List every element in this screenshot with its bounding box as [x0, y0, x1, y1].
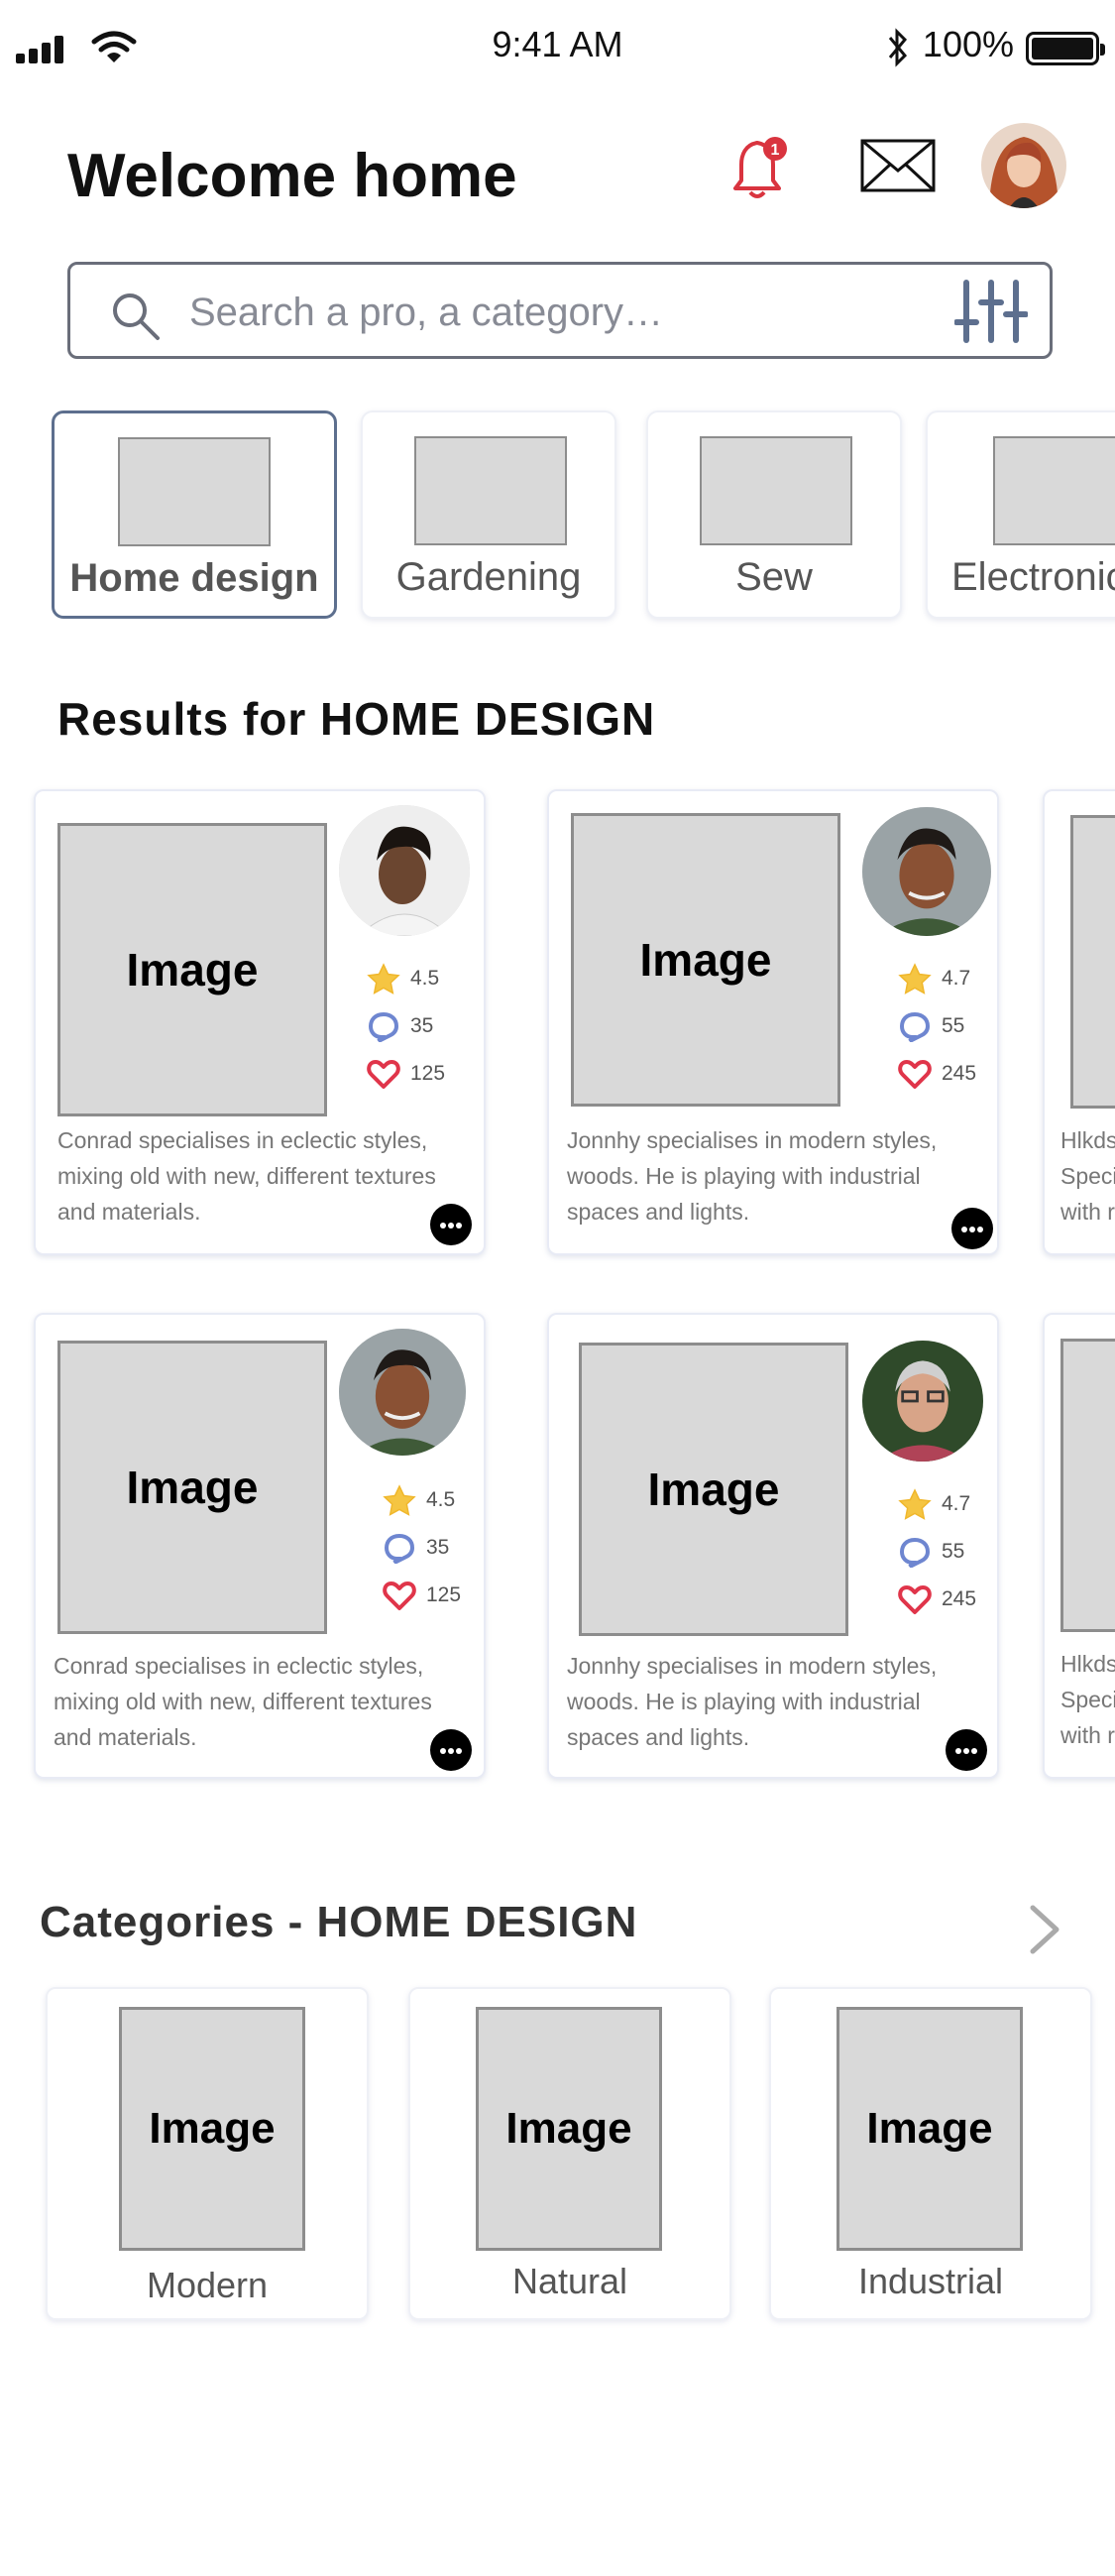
pro-description: Conrad specialises in eclectic styles, m…: [57, 1127, 436, 1225]
rating-stat: 4.5: [367, 962, 439, 995]
pro-avatar: [339, 805, 470, 936]
pro-description-peek: Hlkds Speci with r: [1060, 1651, 1115, 1748]
pro-image-placeholder: [1070, 815, 1115, 1109]
results-heading: Results for HOME DESIGN: [57, 693, 656, 745]
category-chip-sew[interactable]: Sew: [646, 410, 902, 619]
pro-description: Conrad specialises in eclectic styles, m…: [54, 1653, 432, 1750]
category-label: Sew: [735, 555, 813, 599]
comment-icon: [899, 1537, 931, 1568]
rating-value: 4.5: [410, 967, 440, 990]
comments-stat: 55: [898, 1009, 964, 1043]
pro-image-placeholder: [1060, 1339, 1115, 1632]
chevron-right-icon[interactable]: [1027, 1904, 1062, 1955]
pro-image-placeholder: Image: [57, 823, 327, 1116]
likes-stat: 125: [367, 1057, 445, 1091]
category-tile-label: Modern: [146, 2265, 269, 2305]
star-icon: [898, 1488, 932, 1520]
pro-card-peek[interactable]: Hlkds Speci with r: [1043, 789, 1115, 1255]
category-tile-modern[interactable]: Image Modern: [46, 1987, 369, 2320]
comments-stat: 55: [898, 1535, 964, 1569]
categories-heading: Categories - HOME DESIGN: [40, 1898, 638, 1946]
category-tile-label: Industrial: [857, 2261, 1004, 2301]
heart-icon: [383, 1581, 416, 1610]
likes-value: 245: [942, 1587, 977, 1610]
category-label: Home design: [69, 556, 319, 600]
battery-icon: [1026, 32, 1105, 65]
filter-sliders-icon[interactable]: [954, 279, 1028, 344]
user-avatar[interactable]: [981, 123, 1066, 208]
category-label: Gardening: [395, 555, 582, 599]
rating-stat: 4.7: [898, 962, 970, 995]
pro-card[interactable]: Image 4.5 35 125 Conrad specialises in e…: [34, 789, 486, 1255]
pro-image-placeholder: Image: [579, 1343, 848, 1636]
star-icon: [898, 963, 932, 995]
category-chip-home-design[interactable]: Home design: [52, 410, 337, 619]
pro-image-placeholder: Image: [57, 1341, 327, 1634]
pro-card[interactable]: Image 4.7 55 245 Jonnhy specialises in m…: [547, 1313, 999, 1779]
pro-description-peek: Hlkds Speci with r: [1060, 1127, 1115, 1225]
category-image-placeholder: Image: [836, 2007, 1023, 2251]
pro-description: Jonnhy specialises in modern styles, woo…: [567, 1653, 938, 1750]
battery-percent: 100%: [922, 24, 1014, 64]
more-options-button[interactable]: [946, 1729, 987, 1771]
heart-icon: [898, 1585, 932, 1614]
category-image-placeholder: Image: [119, 2007, 305, 2251]
comments-value: 35: [426, 1536, 450, 1559]
likes-stat: 245: [898, 1057, 976, 1091]
likes-stat: 245: [898, 1582, 976, 1616]
heart-icon: [898, 1060, 932, 1089]
category-image-placeholder: Image: [476, 2007, 662, 2251]
category-chip-electronics[interactable]: Electronics: [926, 410, 1115, 619]
category-image-placeholder: [700, 436, 852, 545]
pro-card[interactable]: Image 4.7 55 245 Jonnhy specialises in m…: [547, 789, 999, 1255]
category-tile-natural[interactable]: Image Natural: [408, 1987, 731, 2320]
status-bar: 9:41 AM 100%: [0, 0, 1115, 99]
pro-image-placeholder: Image: [571, 813, 840, 1107]
notification-bell-icon[interactable]: 1: [729, 129, 793, 200]
rating-value: 4.7: [942, 967, 971, 990]
category-image-placeholder: [414, 436, 567, 545]
likes-value: 125: [410, 1062, 446, 1085]
bluetooth-icon: [888, 28, 908, 67]
more-options-button[interactable]: [430, 1729, 472, 1771]
notification-count: 1: [771, 142, 780, 159]
comments-value: 55: [942, 1540, 965, 1563]
category-tile-label: Natural: [511, 2261, 628, 2301]
rating-stat: 4.5: [383, 1483, 455, 1517]
likes-stat: 125: [383, 1579, 461, 1612]
search-icon: [113, 293, 160, 340]
comments-value: 55: [942, 1014, 965, 1037]
rating-value: 4.5: [426, 1488, 456, 1511]
comment-icon: [899, 1011, 931, 1042]
pro-avatar: [862, 1341, 983, 1462]
category-tile-industrial[interactable]: Image Industrial: [769, 1987, 1092, 2320]
category-label: Electronics: [951, 555, 1115, 599]
comments-stat: 35: [367, 1009, 433, 1043]
search-bar[interactable]: Search a pro, a category…: [67, 262, 1053, 359]
pro-avatar: [862, 807, 991, 936]
comments-stat: 35: [383, 1531, 449, 1565]
more-options-button[interactable]: [430, 1204, 472, 1245]
comments-value: 35: [410, 1014, 434, 1037]
category-chip-gardening[interactable]: Gardening: [361, 410, 616, 619]
page-title: Welcome home: [67, 142, 517, 210]
mail-icon[interactable]: [860, 139, 936, 192]
comment-icon: [384, 1533, 415, 1564]
pro-card[interactable]: Image 4.5 35 125 Conrad specialises in e…: [34, 1313, 486, 1779]
category-image-placeholder: [118, 437, 271, 546]
search-input[interactable]: Search a pro, a category…: [189, 291, 663, 335]
rating-stat: 4.7: [898, 1487, 970, 1521]
category-image-placeholder: [993, 436, 1115, 545]
pro-avatar: [339, 1329, 466, 1456]
pro-card-peek[interactable]: Hlkds Speci with r: [1043, 1313, 1115, 1779]
heart-icon: [367, 1060, 400, 1089]
comment-icon: [368, 1011, 399, 1042]
star-icon: [383, 1484, 416, 1516]
rating-value: 4.7: [942, 1492, 971, 1515]
pro-description: Jonnhy specialises in modern styles, woo…: [567, 1127, 938, 1225]
star-icon: [367, 963, 400, 995]
likes-value: 245: [942, 1062, 977, 1085]
more-options-button[interactable]: [951, 1208, 993, 1249]
likes-value: 125: [426, 1583, 462, 1606]
